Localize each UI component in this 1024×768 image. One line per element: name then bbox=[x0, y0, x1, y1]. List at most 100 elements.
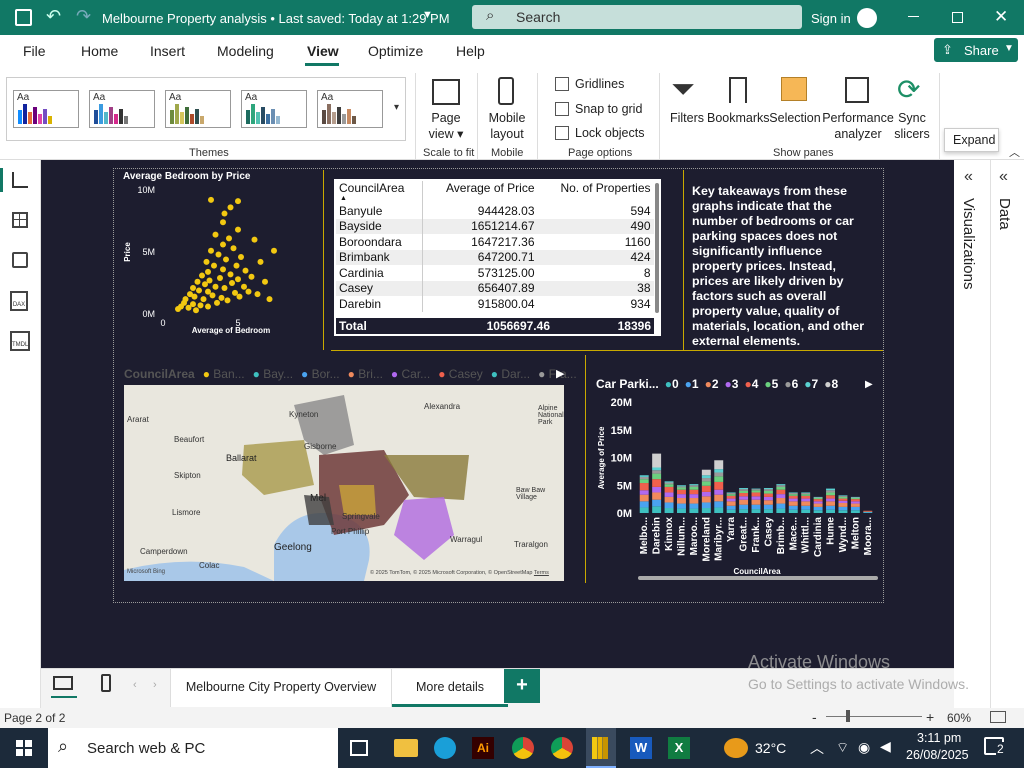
bar-segment[interactable] bbox=[751, 490, 761, 493]
menu-insert[interactable]: Insert bbox=[150, 43, 185, 59]
bar-segment[interactable] bbox=[776, 484, 786, 486]
bar-segment[interactable] bbox=[838, 510, 848, 513]
bar-segment[interactable] bbox=[776, 508, 786, 513]
bar-segment[interactable] bbox=[813, 498, 823, 500]
bar-segment[interactable] bbox=[813, 499, 823, 502]
menu-help[interactable]: Help bbox=[456, 43, 485, 59]
bar-segment[interactable] bbox=[788, 501, 798, 506]
scatter-point[interactable] bbox=[215, 251, 222, 258]
bar-segment[interactable] bbox=[701, 496, 711, 503]
col-header-avg-price[interactable]: Average of Price bbox=[423, 181, 538, 203]
zoom-slider-thumb[interactable] bbox=[846, 710, 850, 722]
bar-segment[interactable] bbox=[739, 489, 749, 491]
bar-segment[interactable] bbox=[677, 508, 686, 513]
scatter-point[interactable] bbox=[197, 302, 204, 309]
mobile-layout-button[interactable]: Mobile layout bbox=[484, 110, 530, 142]
bar-segment[interactable] bbox=[751, 504, 761, 510]
bar-segment[interactable] bbox=[664, 481, 674, 483]
selection-button[interactable]: Selection bbox=[769, 110, 821, 126]
bar-segment[interactable] bbox=[689, 494, 699, 499]
scatter-point[interactable] bbox=[191, 293, 198, 300]
bar-segment[interactable] bbox=[652, 499, 662, 507]
scatter-point[interactable] bbox=[220, 266, 226, 273]
bar-segment[interactable] bbox=[838, 495, 848, 497]
scatter-point[interactable] bbox=[245, 288, 252, 295]
scatter-point[interactable] bbox=[205, 303, 211, 310]
table-row[interactable]: Bayside 1651214.67 490 bbox=[336, 218, 654, 234]
map-legend-item[interactable]: ● Bor... bbox=[301, 367, 340, 381]
clock-time[interactable]: 3:11 pm bbox=[917, 731, 961, 745]
theme-4[interactable]: Aa bbox=[241, 90, 307, 128]
bar-segment[interactable] bbox=[726, 493, 736, 495]
table-row[interactable]: Casey 656407.89 38 bbox=[336, 280, 654, 296]
map-legend-item[interactable]: ● Bri... bbox=[348, 367, 383, 381]
bar-segment[interactable] bbox=[689, 486, 699, 490]
bar-segment[interactable] bbox=[726, 505, 736, 510]
bar-segment[interactable] bbox=[850, 510, 860, 513]
bar-segment[interactable] bbox=[726, 492, 736, 494]
table-visual[interactable]: CouncilArea Average of Price No. of Prop… bbox=[334, 179, 661, 336]
table-scrollbar[interactable] bbox=[655, 183, 659, 313]
search-input[interactable]: ⌕ Search bbox=[472, 5, 802, 29]
scatter-point[interactable] bbox=[242, 267, 249, 274]
bar-segment[interactable] bbox=[701, 485, 711, 492]
illustrator-icon[interactable]: Ai bbox=[472, 737, 494, 759]
bar-segment[interactable] bbox=[714, 501, 724, 508]
bar-segment[interactable] bbox=[652, 506, 662, 513]
save-icon[interactable] bbox=[15, 9, 32, 26]
bar-segment[interactable] bbox=[763, 493, 773, 497]
scatter-point[interactable] bbox=[214, 299, 220, 306]
volume-icon[interactable]: ◀ bbox=[880, 738, 891, 755]
bar-segment[interactable] bbox=[763, 488, 773, 490]
bar-segment[interactable] bbox=[788, 498, 798, 502]
map-legend-item[interactable]: ● Bay... bbox=[253, 367, 293, 381]
prev-page-icon[interactable]: ‹ bbox=[133, 679, 137, 691]
bar-segment[interactable] bbox=[850, 506, 860, 511]
bar-segment[interactable] bbox=[652, 470, 662, 474]
bar-segment[interactable] bbox=[714, 476, 724, 482]
bar-segment[interactable] bbox=[639, 476, 649, 480]
scatter-point[interactable] bbox=[190, 284, 196, 291]
filters-button[interactable]: Filters bbox=[668, 110, 706, 126]
bar-segment[interactable] bbox=[739, 504, 749, 510]
bar-segment[interactable] bbox=[863, 511, 873, 512]
bar-segment[interactable] bbox=[739, 496, 749, 500]
minimize-icon[interactable] bbox=[908, 16, 919, 17]
bar-segment[interactable] bbox=[726, 498, 736, 502]
bar-segment[interactable] bbox=[689, 484, 699, 486]
data-pane-tab[interactable]: Data bbox=[996, 198, 1013, 230]
temperature[interactable]: 32°C bbox=[755, 740, 786, 756]
scatter-point[interactable] bbox=[226, 235, 232, 242]
bar-segment[interactable] bbox=[776, 489, 786, 495]
gridlines-checkbox[interactable]: Gridlines bbox=[555, 77, 624, 91]
next-page-icon[interactable]: › bbox=[153, 679, 157, 691]
bar-segment[interactable] bbox=[726, 501, 736, 506]
scatter-point[interactable] bbox=[199, 272, 205, 279]
bar-segment[interactable] bbox=[726, 509, 736, 513]
scatter-point[interactable] bbox=[262, 278, 268, 285]
scatter-point[interactable] bbox=[212, 231, 219, 238]
bar-segment[interactable] bbox=[677, 503, 686, 509]
bar-segment[interactable] bbox=[850, 498, 860, 500]
bar-segment[interactable] bbox=[726, 495, 736, 499]
scatter-point[interactable] bbox=[230, 245, 237, 252]
map-terms-link[interactable]: Terms bbox=[534, 570, 549, 576]
bar-segment[interactable] bbox=[788, 495, 798, 499]
scatter-point[interactable] bbox=[200, 296, 207, 303]
bar-segment[interactable] bbox=[739, 509, 749, 513]
network-icon[interactable]: ⌔ bbox=[836, 739, 849, 757]
bar-segment[interactable] bbox=[701, 469, 711, 476]
tab-more-details[interactable]: More details bbox=[392, 669, 508, 707]
bar-segment[interactable] bbox=[701, 508, 711, 513]
collapse-ribbon-icon[interactable]: ︿ bbox=[1009, 144, 1020, 160]
bar-segment[interactable] bbox=[652, 492, 662, 500]
page-view-button[interactable]: Page view ▾ bbox=[424, 110, 468, 142]
bar-segment[interactable] bbox=[838, 495, 848, 496]
bar-segment[interactable] bbox=[689, 503, 699, 509]
chrome-icon[interactable] bbox=[512, 737, 534, 759]
bar-segment[interactable] bbox=[788, 492, 798, 494]
bar-segment[interactable] bbox=[850, 503, 860, 507]
bar-segment[interactable] bbox=[652, 479, 662, 487]
bar-segment[interactable] bbox=[677, 487, 686, 490]
scatter-point[interactable] bbox=[233, 262, 240, 269]
